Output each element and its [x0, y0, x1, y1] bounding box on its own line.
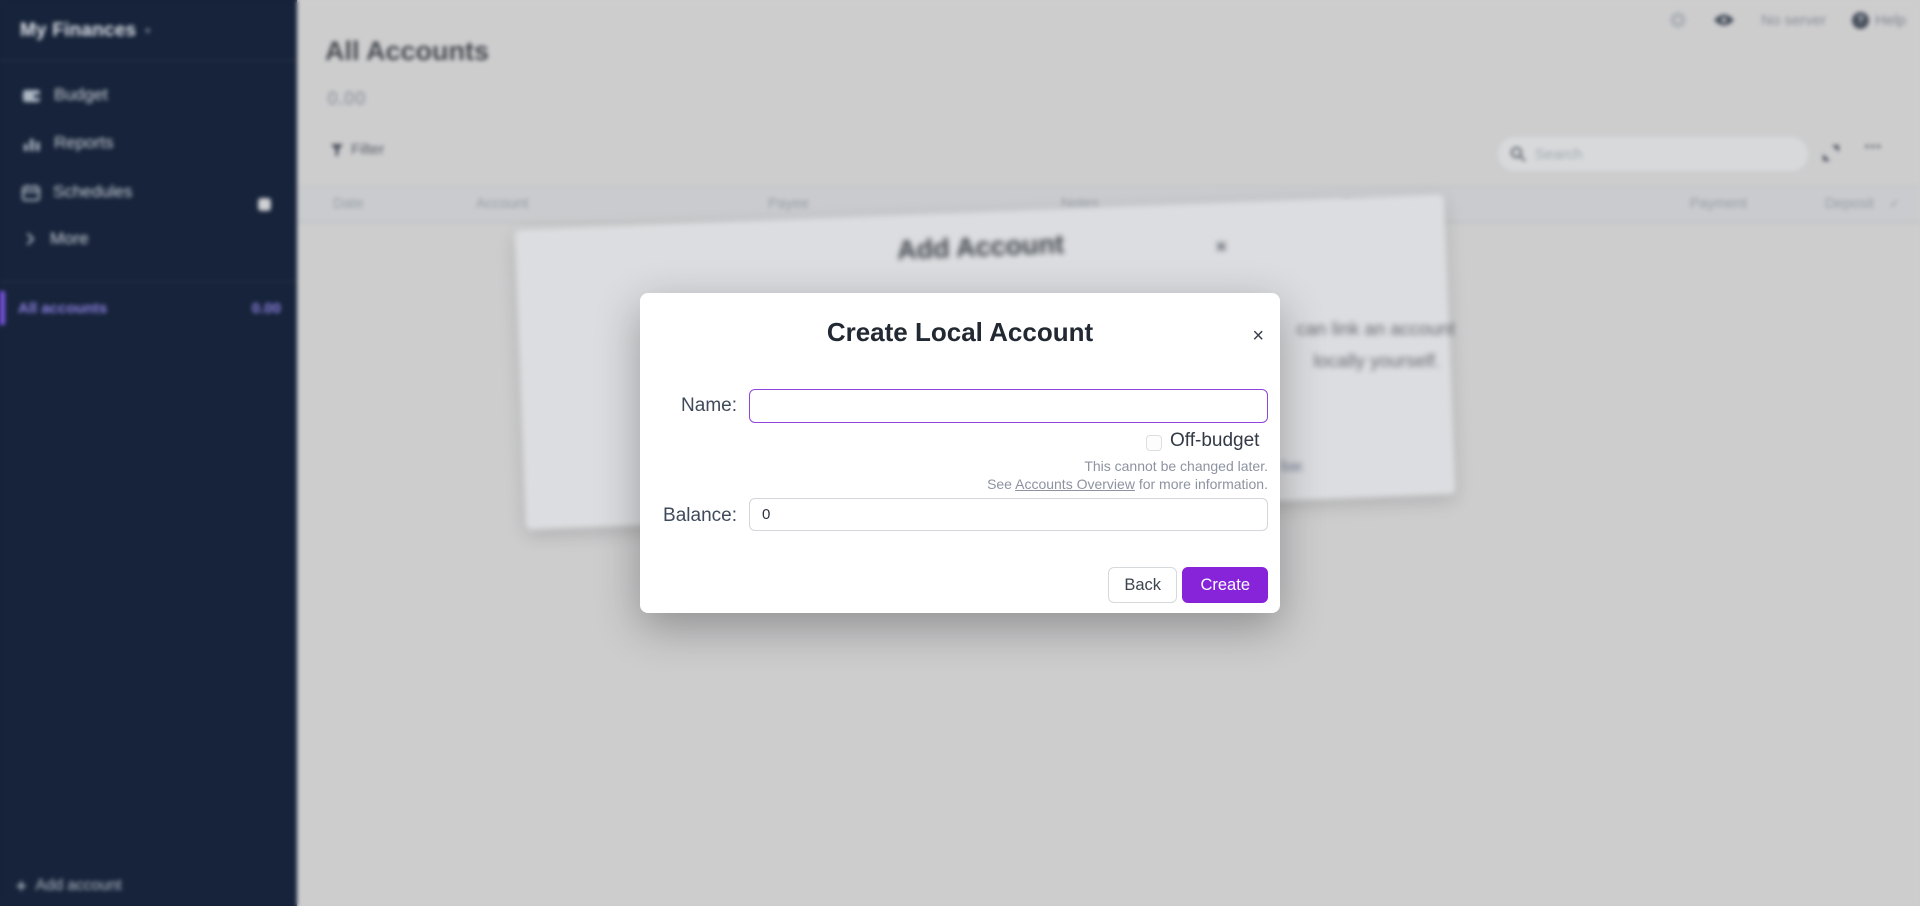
- accounts-overview-link[interactable]: Accounts Overview: [1015, 476, 1135, 492]
- modal-text-fragment: bar.: [1281, 458, 1341, 475]
- modal-text-fragment: can link an account: [1280, 318, 1455, 340]
- back-button[interactable]: Back: [1108, 567, 1177, 603]
- close-icon[interactable]: ×: [1252, 326, 1264, 346]
- name-input[interactable]: [749, 389, 1268, 423]
- hint-rest: for more information.: [1139, 476, 1268, 492]
- offbudget-hint-line1: This cannot be changed later.: [1084, 458, 1268, 474]
- modal-title: Create Local Account: [640, 317, 1280, 348]
- offbudget-hint-line2: See Accounts Overview for more informati…: [987, 476, 1268, 492]
- app-window: My Finances ▾ Budget Reports Schedules M…: [0, 0, 1920, 906]
- balance-input[interactable]: [749, 498, 1268, 531]
- create-button[interactable]: Create: [1182, 567, 1268, 603]
- offbudget-label[interactable]: Off-budget: [1170, 430, 1259, 452]
- hint-see: See: [987, 476, 1012, 492]
- close-icon[interactable]: ×: [1215, 237, 1227, 259]
- modal-text-fragment: locally yourself.: [1280, 350, 1440, 372]
- create-local-account-modal: Create Local Account × Name: Off-budget …: [640, 293, 1280, 613]
- offbudget-checkbox[interactable]: [1146, 435, 1162, 451]
- add-account-modal-title: Add Account: [515, 214, 1446, 281]
- name-field-label: Name:: [640, 395, 737, 417]
- balance-field-label: Balance:: [640, 505, 737, 527]
